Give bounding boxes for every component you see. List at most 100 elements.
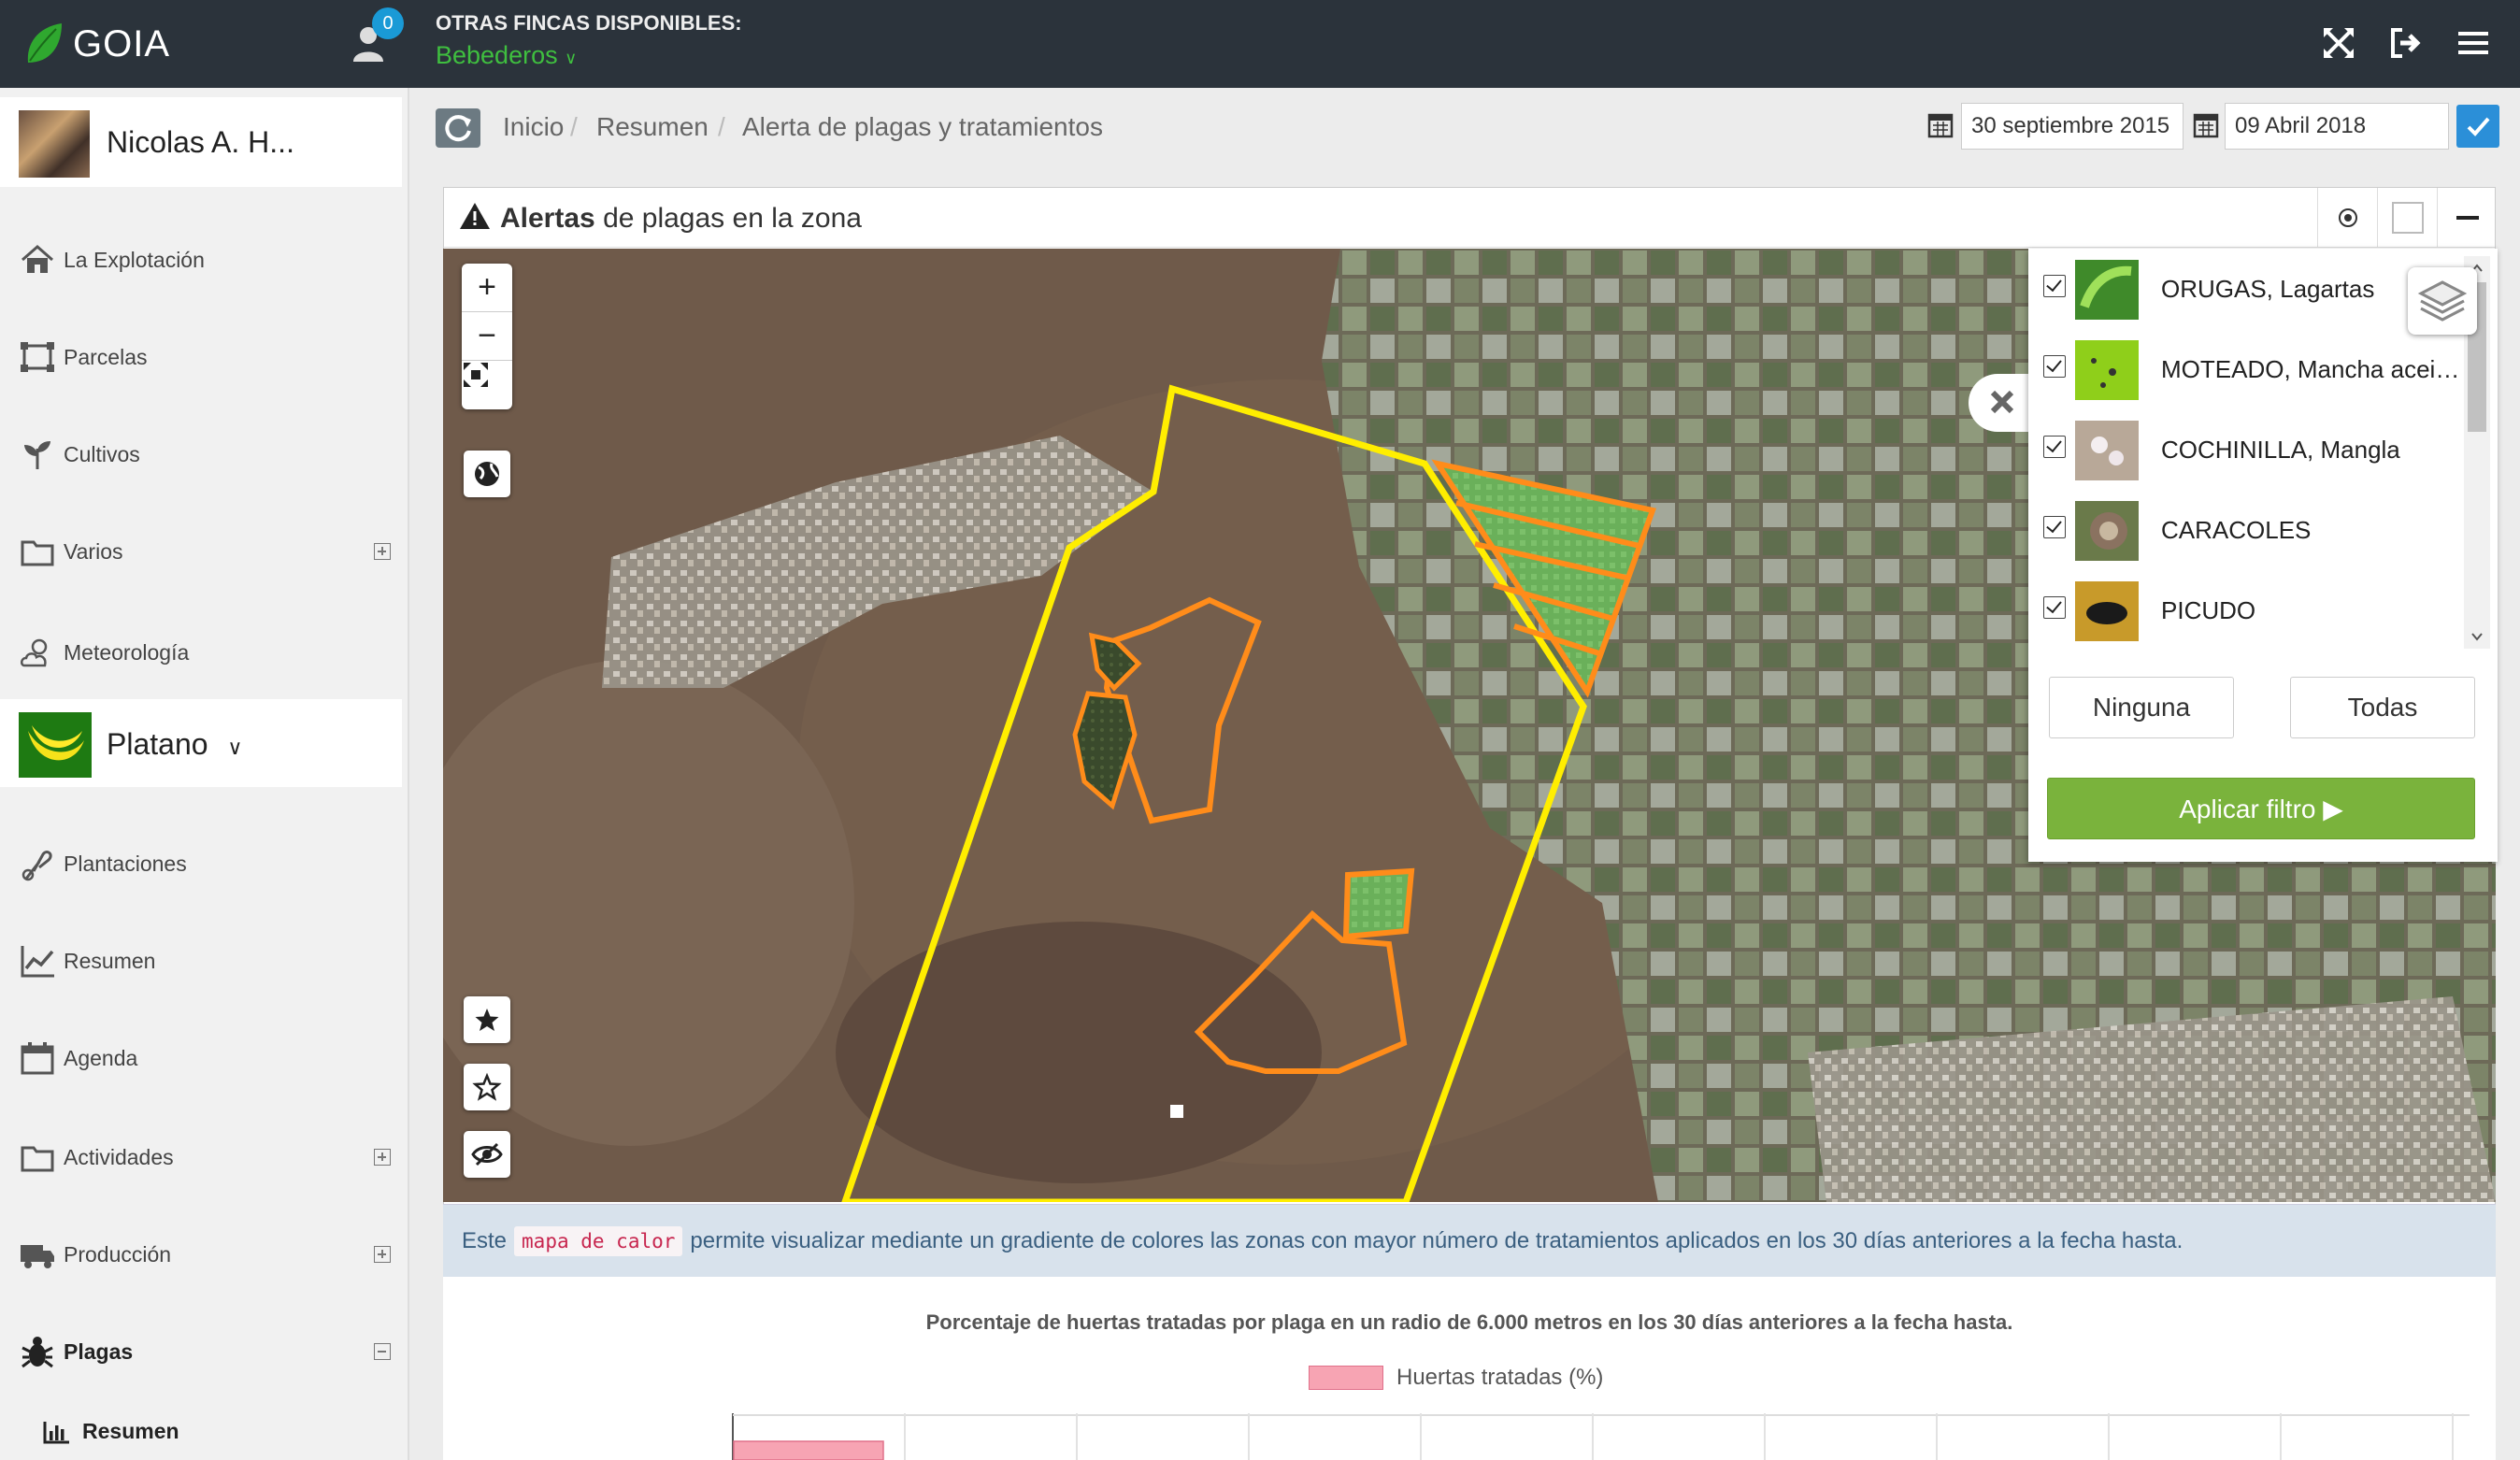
sidebar-item-label: Actividades [64, 1144, 174, 1169]
pest-checkbox[interactable] [2043, 436, 2066, 458]
zoom-out-button[interactable]: − [462, 312, 512, 361]
pest-option[interactable]: CARACOLES [2028, 490, 2468, 570]
chevron-down-icon: ∨ [565, 49, 578, 67]
weather-icon [21, 638, 48, 667]
sidebar-item-plantaciones[interactable]: Plantaciones [0, 836, 409, 892]
sidebar-item-actividades[interactable]: Actividades [0, 1129, 409, 1185]
app-title: GOIA [73, 22, 171, 64]
collapse-button[interactable] [2437, 188, 2497, 248]
sidebar-item-label: Parcelas [64, 344, 148, 369]
crop-name-text: Platano [107, 727, 208, 761]
pest-option[interactable]: PICUDO [2028, 570, 2468, 651]
select-none-button[interactable]: Ninguna [2049, 677, 2234, 738]
expand-toggle-icon[interactable] [374, 1149, 391, 1166]
top-navbar: GOIA 0 OTRAS FINCAS DISPONIBLES: Bebeder… [0, 0, 2520, 88]
zoom-in-button[interactable]: + [462, 264, 512, 312]
banana-icon [19, 712, 92, 778]
apply-dates-button[interactable] [2456, 105, 2499, 148]
refresh-button[interactable] [436, 108, 480, 148]
star-outline-button[interactable] [464, 1064, 510, 1110]
globe-icon [475, 462, 499, 486]
expand-toggle-icon[interactable] [374, 543, 391, 560]
leaf-spot-image [2075, 340, 2139, 400]
sidebar-item-label: Plantaciones [64, 851, 187, 876]
pest-option[interactable]: COCHINILLA, Mangla [2028, 409, 2468, 490]
sidebar-item-varios[interactable]: Varios [0, 523, 409, 580]
chevron-down-icon: ∨ [227, 736, 243, 759]
fullscreen-button[interactable] [2377, 188, 2437, 248]
pest-list[interactable]: ORUGAS, Lagartas MOTEADO, Mancha aceitos… [2028, 249, 2468, 656]
bug-icon [21, 1337, 53, 1368]
chart-legend[interactable]: Huertas tratadas (%) [1309, 1365, 1603, 1391]
user-profile[interactable]: Nicolas A. H... [0, 97, 402, 187]
expand-icon[interactable] [2320, 24, 2357, 62]
date-to-input[interactable] [2225, 103, 2449, 150]
logout-icon[interactable] [2387, 24, 2425, 62]
sidebar-item-label: Meteorología [64, 639, 190, 665]
menu-icon[interactable] [2455, 24, 2492, 62]
sidebar-item-explotacion[interactable]: La Explotación [0, 232, 409, 288]
crop-selector[interactable]: Platano ∨ [0, 699, 402, 787]
chart-plot-area [732, 1413, 2470, 1460]
sidebar-item-label: Producción [64, 1241, 172, 1267]
zoom-controls: + − [462, 264, 512, 409]
sidebar-item-parcelas[interactable]: Parcelas [0, 329, 409, 385]
sidebar-item-agenda[interactable]: Agenda [0, 1030, 409, 1086]
home-icon [21, 245, 53, 273]
sidebar-subitem-label: Resumen [82, 1419, 179, 1443]
star-outline-icon [472, 1072, 502, 1101]
target-icon [2339, 208, 2357, 227]
app-logo[interactable]: GOIA [24, 19, 170, 69]
farm-selector[interactable]: Bebederos ∨ [436, 41, 577, 70]
hide-layer-button[interactable] [464, 1131, 510, 1178]
mealybug-image [2075, 421, 2139, 480]
chart-bar[interactable] [733, 1440, 884, 1460]
pest-option[interactable]: MOTEADO, Mancha aceitosa [2028, 329, 2468, 409]
notification-badge: 0 [372, 7, 404, 39]
globe-button[interactable] [464, 451, 510, 497]
pest-label: ORUGAS, Lagartas [2161, 275, 2375, 303]
panel-title: Alertas de plagas en la zona [500, 203, 862, 235]
sidebar-item-cultivos[interactable]: Cultivos [0, 426, 409, 482]
minus-icon [2456, 216, 2479, 220]
fit-bounds-button[interactable] [462, 361, 512, 409]
apply-filter-button[interactable]: Aplicar filtro ▶ [2047, 778, 2475, 839]
pest-checkbox[interactable] [2043, 275, 2066, 297]
pest-checkbox[interactable] [2043, 596, 2066, 619]
caterpillar-image [2075, 260, 2139, 320]
layers-button[interactable] [2408, 267, 2477, 335]
close-filter-button[interactable] [1969, 374, 2038, 432]
breadcrumb-resumen[interactable]: Resumen [596, 112, 709, 142]
sidebar-item-label: Cultivos [64, 441, 140, 466]
pest-checkbox[interactable] [2043, 355, 2066, 378]
target-button[interactable] [2317, 188, 2377, 248]
sidebar-subitem-resumen[interactable]: Resumen [43, 1419, 179, 1444]
sidebar-item-resumen[interactable]: Resumen [0, 933, 409, 989]
layers-icon [2417, 280, 2468, 322]
square-icon [2392, 202, 2424, 234]
folder-icon [21, 540, 54, 566]
sidebar-item-label: Plagas [64, 1338, 134, 1364]
collapse-toggle-icon[interactable] [374, 1343, 391, 1360]
panel-title-bold: Alertas [500, 203, 595, 234]
leaf-logo-icon [27, 23, 63, 63]
sidebar: Nicolas A. H... La Explotación Parcelas … [0, 88, 409, 1460]
expand-toggle-icon[interactable] [374, 1246, 391, 1263]
sidebar-item-plagas[interactable]: Plagas [0, 1324, 409, 1380]
pest-label: CARACOLES [2161, 516, 2312, 544]
sidebar-item-label: Varios [64, 538, 123, 564]
star-filled-button[interactable] [464, 996, 510, 1043]
sidebar-item-meteorologia[interactable]: Meteorología [0, 624, 409, 680]
info-text-after: permite visualizar mediante un gradiente… [690, 1227, 2184, 1253]
line-chart-icon [21, 946, 54, 978]
date-from-input[interactable] [1961, 103, 2184, 150]
pest-option[interactable]: ORUGAS, Lagartas [2028, 249, 2468, 329]
pest-checkbox[interactable] [2043, 516, 2066, 538]
check-icon [2467, 117, 2490, 136]
select-all-button[interactable]: Todas [2290, 677, 2475, 738]
breadcrumb-inicio[interactable]: Inicio [503, 112, 564, 142]
calendar-icon [1927, 113, 1954, 138]
sidebar-item-label: La Explotación [64, 247, 205, 272]
pest-label: PICUDO [2161, 596, 2256, 624]
sidebar-item-produccion[interactable]: Producción [0, 1226, 409, 1282]
